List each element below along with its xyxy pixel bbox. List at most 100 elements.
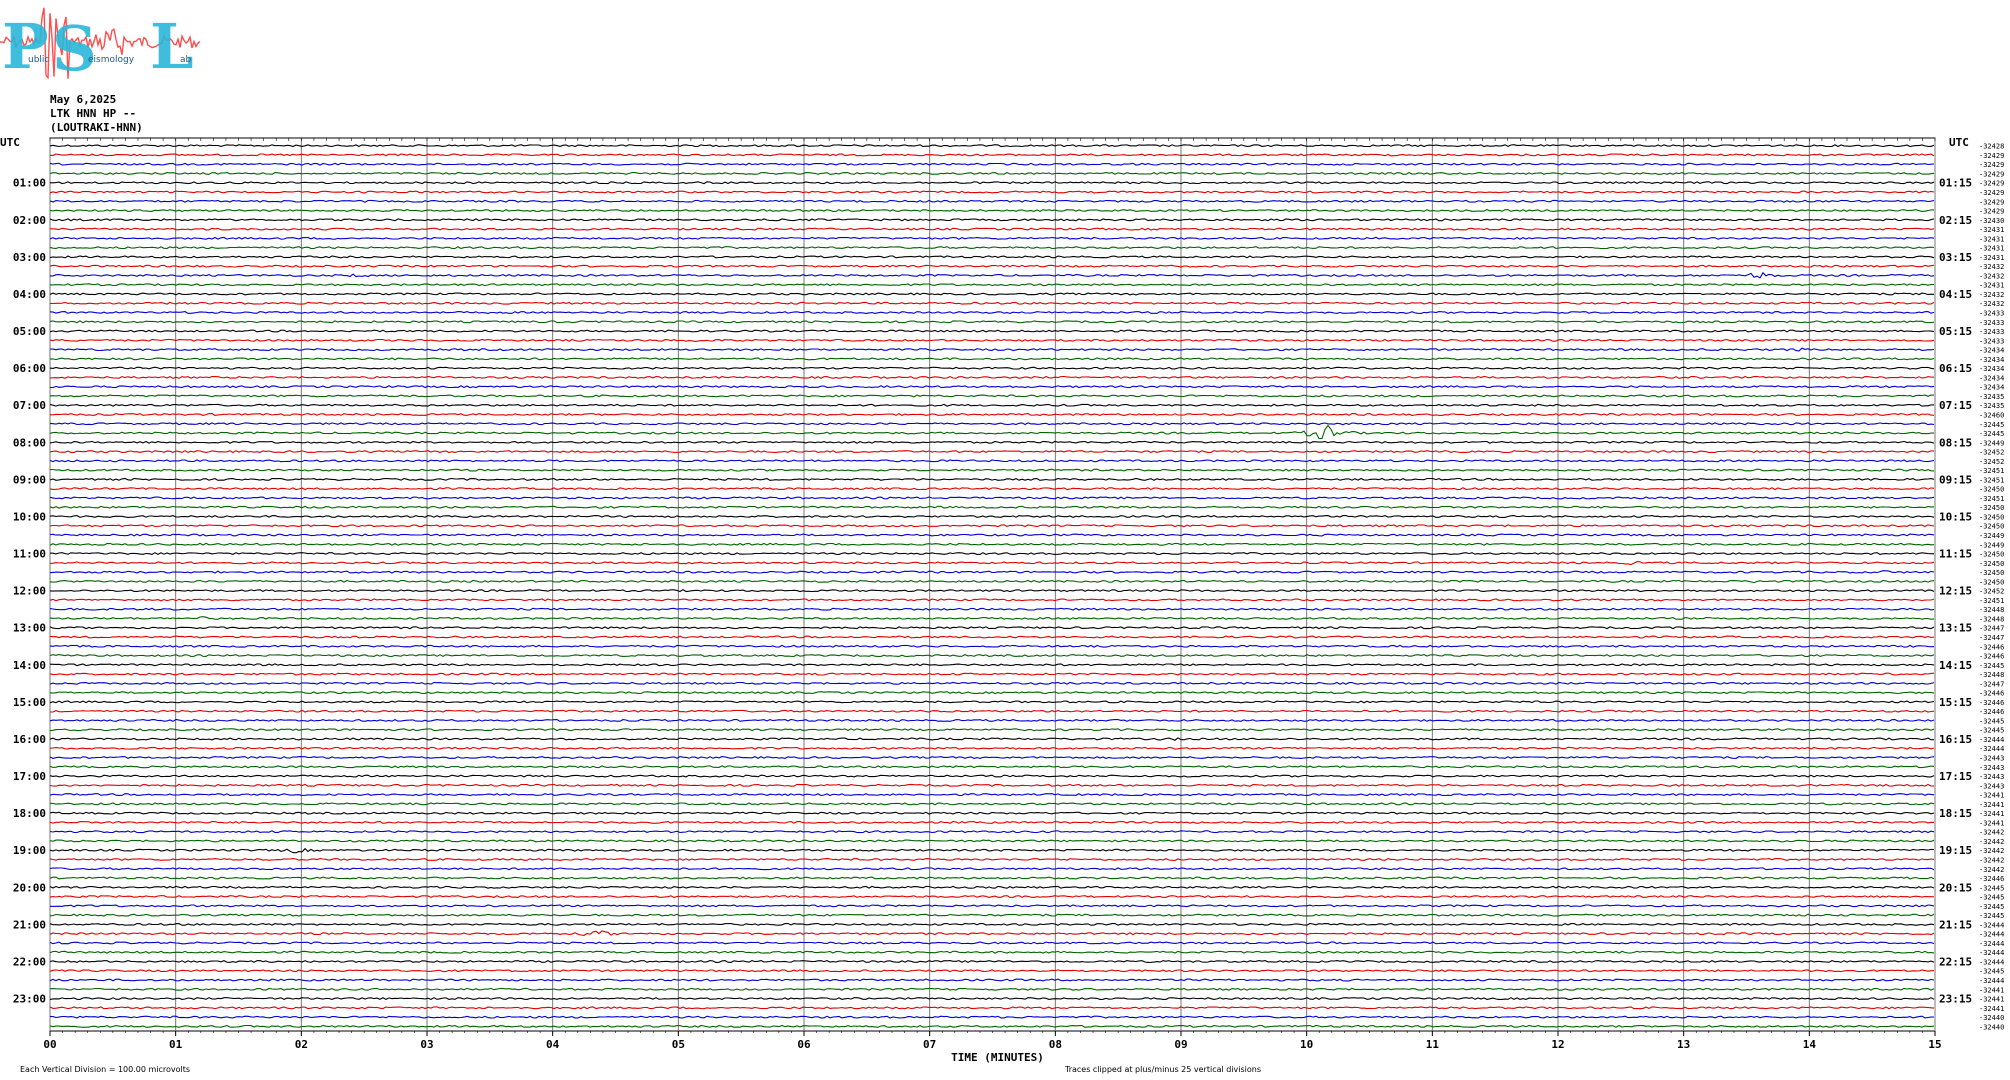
x-tick-label: 10 <box>1300 1038 1313 1051</box>
left-hour-label: 04:00 <box>13 288 46 301</box>
right-hour-label: 19:15 <box>1939 844 1972 857</box>
trace-offset-label: -32445 <box>1979 430 2004 438</box>
trace-offset-label: -32432 <box>1979 291 2004 299</box>
trace-line <box>49 728 1935 732</box>
trace-offset-label: -32441 <box>1979 1005 2004 1013</box>
trace-line <box>49 987 1935 991</box>
trace-line <box>49 598 1935 602</box>
trace-line <box>49 190 1935 194</box>
trace-offset-label: -32441 <box>1979 792 2004 800</box>
trace-offset-label: -32429 <box>1979 189 2004 197</box>
trace-offset-label: -32446 <box>1979 653 2004 661</box>
left-hour-label: 09:00 <box>13 473 46 486</box>
trace-offset-label: -32449 <box>1979 532 2004 540</box>
trace-offset-label: -32433 <box>1979 337 2004 345</box>
trace-line <box>49 375 1935 379</box>
right-hour-label: 14:15 <box>1939 659 1972 672</box>
trace-offset-label: -32434 <box>1979 356 2004 364</box>
left-hour-label: 23:00 <box>13 993 46 1006</box>
trace-line <box>49 691 1935 695</box>
right-hour-label: 10:15 <box>1939 510 1972 523</box>
trace-line <box>49 208 1934 213</box>
trace-line <box>49 394 1934 398</box>
trace-line <box>49 607 1935 611</box>
trace-line <box>49 218 1935 222</box>
trace-line <box>49 653 1935 658</box>
trace-line <box>49 616 1935 620</box>
trace-line <box>49 904 1935 908</box>
trace-line <box>49 199 1935 203</box>
right-hour-label: 20:15 <box>1939 881 1972 894</box>
left-hour-label: 13:00 <box>13 622 46 635</box>
trace-line <box>49 997 1935 1001</box>
trace-line <box>50 385 1935 389</box>
trace-offset-label: -32441 <box>1979 810 2004 818</box>
trace-offset-label: -32444 <box>1979 921 2004 929</box>
trace-offset-label: -32445 <box>1979 717 2004 725</box>
trace-line <box>49 876 1935 880</box>
trace-offset-label: -32432 <box>1979 263 2004 271</box>
trace-line <box>49 533 1935 537</box>
right-hour-label: 01:15 <box>1939 177 1972 190</box>
x-axis-label: TIME (MINUTES) <box>951 1051 1044 1064</box>
x-tick-label: 00 <box>43 1038 56 1051</box>
right-hour-label: 09:15 <box>1939 473 1972 486</box>
trace-offset-label: -32445 <box>1979 894 2004 902</box>
x-tick-label: 03 <box>420 1038 433 1051</box>
trace-offset-label: -32444 <box>1979 958 2004 966</box>
trace-line <box>49 477 1935 481</box>
trace-line <box>49 144 1935 148</box>
trace-line <box>49 959 1935 964</box>
trace-offset-label: -32442 <box>1979 829 2004 837</box>
trace-offset-label: -32451 <box>1979 476 2004 484</box>
trace-offset-label: -32444 <box>1979 736 2004 744</box>
trace-offset-label: -32432 <box>1979 300 2004 308</box>
trace-offset-label: -32442 <box>1979 847 2004 855</box>
trace-line <box>49 1024 1935 1028</box>
trace-line <box>49 941 1935 945</box>
trace-line <box>49 1015 1935 1019</box>
trace-line <box>49 292 1935 296</box>
trace-line <box>49 542 1935 546</box>
x-tick-label: 08 <box>1049 1038 1062 1051</box>
trace-line <box>49 802 1935 806</box>
trace-line <box>49 496 1935 500</box>
trace-offset-label: -32443 <box>1979 755 2004 763</box>
trace-line <box>49 255 1935 259</box>
left-hour-label: 14:00 <box>13 659 46 672</box>
trace-offset-label: -32452 <box>1979 458 2004 466</box>
trace-line <box>49 681 1935 685</box>
trace-line <box>49 459 1935 463</box>
right-hour-label: 18:15 <box>1939 807 1972 820</box>
right-hour-label: 13:15 <box>1939 622 1972 635</box>
left-hour-label: 15:00 <box>13 696 46 709</box>
trace-offset-label: -32429 <box>1979 170 2004 178</box>
right-hour-label: 05:15 <box>1939 325 1972 338</box>
trace-offset-label: -32443 <box>1979 782 2004 790</box>
trace-line <box>49 978 1935 982</box>
trace-offset-label: -32435 <box>1979 393 2004 401</box>
trace-offset-label: -32442 <box>1979 866 2004 874</box>
trace-line <box>49 589 1935 593</box>
x-tick-label: 02 <box>295 1038 308 1051</box>
trace-offset-label: -32431 <box>1979 254 2004 262</box>
trace-line <box>49 570 1935 574</box>
trace-offset-label: -32440 <box>1979 1023 2004 1031</box>
left-hour-label: 22:00 <box>13 955 46 968</box>
trace-offset-label: -32451 <box>1979 467 2004 475</box>
trace-line <box>49 246 1935 250</box>
right-hour-label: 03:15 <box>1939 251 1972 264</box>
trace-line <box>49 505 1935 509</box>
trace-offset-label: -32450 <box>1979 578 2004 586</box>
trace-line <box>49 440 1935 444</box>
trace-offset-label: -32450 <box>1979 569 2004 577</box>
trace-offset-label: -32450 <box>1979 486 2004 494</box>
trace-line <box>49 514 1935 518</box>
trace-line <box>49 1006 1935 1010</box>
trace-line <box>49 895 1935 899</box>
trace-line <box>49 366 1935 370</box>
trace-offset-label: -32442 <box>1979 838 2004 846</box>
trace-offset-label: -32441 <box>1979 801 2004 809</box>
trace-line <box>49 552 1935 556</box>
left-hour-label: 11:00 <box>13 548 46 561</box>
